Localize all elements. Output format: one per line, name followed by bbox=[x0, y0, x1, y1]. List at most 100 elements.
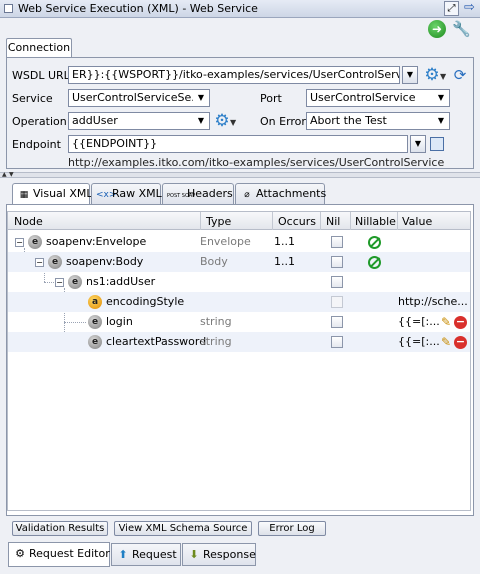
node-value[interactable]: {{=[:... bbox=[398, 315, 440, 328]
upload-arrow-icon: ⬆ bbox=[118, 548, 128, 561]
tab-headers[interactable]: POST SOAPHeaders bbox=[162, 183, 234, 204]
service-label: Service bbox=[12, 92, 53, 105]
table-row[interactable]: e cleartextPassword string {{=[:... ✎ − bbox=[8, 332, 470, 352]
node-value[interactable]: {{=[:... bbox=[398, 335, 440, 348]
table-row[interactable]: − e ns1:addUser bbox=[8, 272, 470, 292]
run-arrow-icon[interactable]: ➜ bbox=[428, 20, 446, 38]
nil-checkbox[interactable] bbox=[331, 256, 343, 268]
collapse-icon[interactable]: − bbox=[55, 278, 64, 287]
wsdl-gear-dropdown-icon[interactable]: ▼ bbox=[440, 72, 446, 81]
splitter[interactable] bbox=[0, 172, 480, 178]
nil-checkbox bbox=[331, 296, 343, 308]
column-nillable[interactable]: Nillable bbox=[355, 215, 396, 228]
column-occurs[interactable]: Occurs bbox=[278, 215, 316, 228]
table-row[interactable]: a encodingStyle http://sche... bbox=[8, 292, 470, 312]
node-name: soapenv:Envelope bbox=[46, 235, 147, 248]
port-select[interactable]: UserControlService ▼ bbox=[306, 89, 450, 107]
attribute-icon: a bbox=[88, 295, 102, 309]
column-value[interactable]: Value bbox=[402, 215, 432, 228]
copy-icon[interactable] bbox=[430, 137, 444, 151]
operation-select[interactable]: addUser ▼ bbox=[68, 112, 210, 130]
refresh-icon[interactable]: ⟳ bbox=[452, 66, 468, 84]
node-name: encodingStyle bbox=[106, 295, 185, 308]
node-name: soapenv:Body bbox=[66, 255, 144, 268]
chevron-down-icon: ▼ bbox=[437, 116, 445, 125]
column-type[interactable]: Type bbox=[206, 215, 231, 228]
node-type: string bbox=[200, 315, 232, 328]
collapse-icon[interactable]: − bbox=[15, 238, 24, 247]
node-name: cleartextPassword bbox=[106, 335, 207, 348]
chevron-down-icon: ▼ bbox=[437, 93, 445, 102]
service-value: UserControlServiceSe... bbox=[72, 91, 193, 104]
node-type: Envelope bbox=[200, 235, 251, 248]
tab-visual-xml[interactable]: ▦ Visual XML bbox=[12, 183, 93, 205]
on-error-select[interactable]: Abort the Test ▼ bbox=[306, 112, 450, 130]
wsdl-url-input[interactable]: ER}}:{{WSPORT}}/itko-examples/services/U… bbox=[68, 66, 400, 84]
maximize-icon[interactable]: ⤢ bbox=[444, 1, 459, 16]
soap-post-icon: POST SOAP bbox=[167, 193, 196, 199]
table-row[interactable]: e login string {{=[:... ✎ − bbox=[8, 312, 470, 332]
paperclip-icon: ⌀ bbox=[244, 190, 250, 200]
operation-gear-dropdown-icon[interactable]: ▼ bbox=[230, 118, 236, 127]
element-icon: e bbox=[88, 315, 102, 329]
on-error-label: On Error bbox=[260, 115, 306, 128]
element-icon: e bbox=[28, 235, 42, 249]
node-type: string bbox=[200, 335, 232, 348]
window-title: Web Service Execution (XML) - Web Servic… bbox=[18, 2, 258, 15]
node-name: login bbox=[106, 315, 133, 328]
node-occurs: 1..1 bbox=[274, 255, 295, 268]
port-label: Port bbox=[260, 92, 282, 105]
table-row[interactable]: − e soapenv:Body Body 1..1 bbox=[8, 252, 470, 272]
window-menu-icon[interactable] bbox=[4, 4, 13, 13]
element-icon: e bbox=[88, 335, 102, 349]
endpoint-label: Endpoint bbox=[12, 138, 61, 151]
pencil-icon[interactable]: ✎ bbox=[439, 335, 453, 349]
tab-request-editor[interactable]: ⚙ Request Editor bbox=[8, 542, 110, 567]
view-xml-schema-button[interactable]: View XML Schema Source bbox=[114, 521, 252, 536]
remove-icon[interactable]: − bbox=[454, 336, 467, 349]
column-node[interactable]: Node bbox=[14, 215, 43, 228]
tab-response[interactable]: ⬇ Response bbox=[182, 543, 256, 566]
table-row[interactable]: − e soapenv:Envelope Envelope 1..1 bbox=[8, 232, 470, 252]
dock-arrow-icon[interactable]: ⇨ bbox=[462, 1, 477, 16]
collapse-down-icon[interactable]: ▼ bbox=[9, 172, 14, 178]
wsdl-gear-icon[interactable]: ⚙ bbox=[422, 66, 442, 84]
tab-connection[interactable]: Connection bbox=[6, 38, 72, 58]
title-bar: Web Service Execution (XML) - Web Servic… bbox=[0, 0, 480, 18]
checklist-icon: ▦ bbox=[19, 190, 29, 200]
endpoint-url-text: http://examples.itko.com/itko-examples/s… bbox=[68, 156, 445, 169]
operation-value: addUser bbox=[72, 114, 118, 127]
xml-tag-icon: <x> bbox=[96, 190, 117, 200]
element-icon: e bbox=[48, 255, 62, 269]
remove-icon[interactable]: − bbox=[454, 316, 467, 329]
node-name: ns1:addUser bbox=[86, 275, 156, 288]
nil-checkbox[interactable] bbox=[331, 336, 343, 348]
download-arrow-icon: ⬇ bbox=[189, 548, 199, 561]
collapse-icon[interactable]: − bbox=[35, 258, 44, 267]
wsdl-url-label: WSDL URL bbox=[12, 69, 70, 82]
nil-checkbox[interactable] bbox=[331, 316, 343, 328]
pencil-icon[interactable]: ✎ bbox=[439, 315, 453, 329]
error-log-button[interactable]: Error Log bbox=[258, 521, 326, 536]
wsdl-dropdown-button[interactable]: ▼ bbox=[402, 66, 418, 84]
service-select[interactable]: UserControlServiceSe... ▼ bbox=[68, 89, 210, 107]
nil-checkbox[interactable] bbox=[331, 276, 343, 288]
tab-request[interactable]: ⬆ Request bbox=[111, 543, 181, 566]
validation-results-button[interactable]: Validation Results bbox=[12, 521, 108, 536]
table-header: Node Type Occurs Nil Nillable Value bbox=[8, 212, 470, 230]
column-nil[interactable]: Nil bbox=[326, 215, 340, 228]
tab-attachments[interactable]: ⌀ Attachments bbox=[235, 183, 326, 204]
chevron-down-icon: ▼ bbox=[197, 116, 205, 125]
nil-checkbox[interactable] bbox=[331, 236, 343, 248]
operation-gear-icon[interactable]: ⚙ bbox=[212, 112, 232, 130]
node-occurs: 1..1 bbox=[274, 235, 295, 248]
endpoint-input[interactable]: {{ENDPOINT}} bbox=[68, 135, 408, 153]
wrench-icon[interactable]: 🔧 bbox=[452, 20, 471, 38]
collapse-up-icon[interactable]: ▲ bbox=[2, 172, 7, 178]
tab-raw-xml[interactable]: <x>Raw XML bbox=[91, 183, 162, 204]
element-icon: e bbox=[68, 275, 82, 289]
gear-icon: ⚙ bbox=[15, 547, 25, 560]
node-value[interactable]: http://sche... bbox=[398, 295, 468, 308]
operation-label: Operation bbox=[12, 115, 67, 128]
endpoint-dropdown-button[interactable]: ▼ bbox=[410, 135, 426, 153]
